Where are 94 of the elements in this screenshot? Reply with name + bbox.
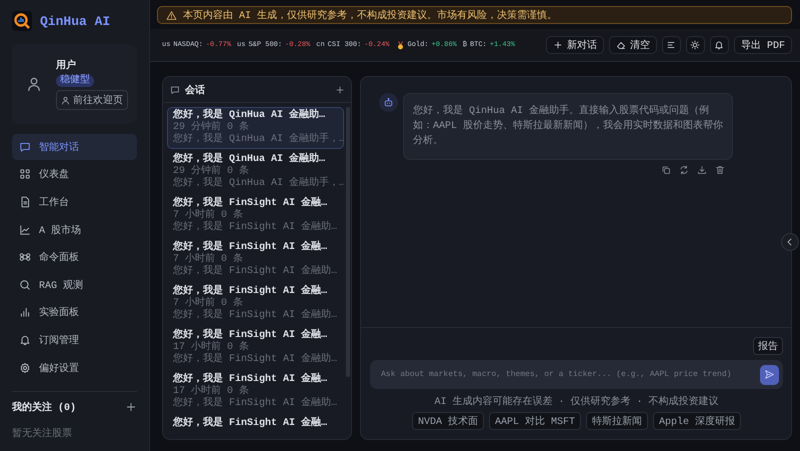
conversation-title: 您好，我是 FinSight AI 金融… <box>173 330 328 341</box>
add-button[interactable] <box>125 401 137 414</box>
welcome-button[interactable]: 前往欢迎页 <box>56 90 128 110</box>
conversation-title: 您好，我是 FinSight AI 金融… <box>173 374 328 385</box>
suggestion-chip[interactable]: NVDA 技术面 <box>412 412 484 430</box>
conversation-title: 您好，我是 QinHua AI 金融助… <box>173 154 326 165</box>
chat-icon <box>19 140 31 153</box>
nav-item[interactable]: A 股市场 <box>12 216 137 242</box>
menu-icon <box>666 40 676 50</box>
suggestion-chip[interactable]: AAPL 对比 MSFT <box>488 412 581 430</box>
chat-input[interactable]: Ask about markets, macro, themes, or a ticker... (e.g., AAPL price trend) <box>379 369 760 380</box>
bell-icon <box>19 334 31 346</box>
nav-item[interactable]: 智能对话 <box>12 134 137 160</box>
nav-item[interactable]: RAG 观测 <box>12 272 137 298</box>
person-icon <box>61 96 70 104</box>
grid-icon <box>19 168 31 180</box>
send-icon <box>764 369 775 380</box>
conversation-item[interactable]: 您好，我是 FinSight AI 金融… 17 小时前 0 条 您好，我是 FinSight AI 金融助… <box>167 371 344 413</box>
theme-button[interactable] <box>686 36 705 54</box>
plus-icon <box>552 40 563 50</box>
nav-item[interactable]: 仪表盘 <box>12 162 137 188</box>
conversation-preview: 您好，我是 FinSight AI 金融助… <box>173 222 338 234</box>
nav-item[interactable]: 偏好设置 <box>12 354 137 380</box>
conversation-meta: 29 分钟前 0 条 <box>173 166 250 177</box>
warning-text: 本页内容由 AI 生成，仅供研究参考，不构成投资建议。市场有风险，决策需谨慎。 <box>183 8 558 22</box>
chat-icon <box>170 84 180 94</box>
plus-icon <box>125 401 137 414</box>
line-chart-icon <box>19 224 31 236</box>
avatar-icon <box>26 76 42 92</box>
conversation-title: 您好，我是 QinHua AI 金融助… <box>173 110 326 121</box>
conversation-item[interactable]: 您好，我是 FinSight AI 金融… 17 小时前 0 条 您好，我是 FinSight AI 金融助… <box>167 327 344 369</box>
conversation-preview: 您好，我是 FinSight AI 金融助… <box>173 310 338 322</box>
risk-badge: 稳健型 <box>56 75 94 87</box>
nav-item[interactable]: 订阅管理 <box>12 327 137 353</box>
document-icon <box>19 196 31 208</box>
conversation-title: 您好，我是 FinSight AI 金融… <box>173 198 328 209</box>
conversation-item[interactable]: 您好，我是 FinSight AI 金融… 7 小时前 0 条 您好，我是 FinSight AI 金融助… <box>167 195 344 237</box>
export-pdf-button[interactable]: 导出 PDF <box>734 36 792 54</box>
new-chat-button[interactable]: 新对话 <box>546 36 604 54</box>
new-conversation-button[interactable] <box>335 84 345 94</box>
nav-item[interactable]: 实验面板 <box>12 300 137 326</box>
conversation-title: 您好，我是 FinSight AI 金融… <box>173 418 328 430</box>
collapse-button[interactable] <box>781 233 799 251</box>
conversation-preview: 您好，我是 FinSight AI 金融助… <box>173 398 338 410</box>
brand-name: QinHua AI <box>40 14 110 28</box>
conversation-meta: 29 分钟前 0 条 <box>173 122 250 133</box>
eraser-icon <box>616 40 626 50</box>
notification-button[interactable] <box>710 36 729 54</box>
empty-message: 暂无关注股票 <box>12 426 73 440</box>
conversation-meta: 7 小时前 0 条 <box>173 298 244 309</box>
report-button[interactable]: 报告 <box>753 337 783 355</box>
user-name: 用户 <box>56 58 76 72</box>
regenerate-button[interactable] <box>679 165 689 175</box>
send-button[interactable] <box>760 364 779 384</box>
conversation-title: 您好，我是 FinSight AI 金融… <box>173 242 328 253</box>
trash-icon <box>715 165 725 175</box>
conversation-meta: 7 小时前 0 条 <box>173 254 244 265</box>
refresh-icon <box>679 165 689 175</box>
conversation-meta: 17 小时前 0 条 <box>173 342 250 353</box>
copy-icon <box>661 165 671 175</box>
settings-icon <box>19 362 31 374</box>
plus-icon <box>335 84 345 94</box>
conversation-meta: 17 小时前 0 条 <box>173 386 250 397</box>
medal-icon <box>396 40 404 50</box>
command-icon <box>19 251 31 264</box>
download-button[interactable] <box>697 165 707 175</box>
sun-icon <box>690 40 700 50</box>
watchlist-title: 我的关注 (0) <box>12 400 76 414</box>
conversation-item[interactable]: 您好，我是 FinSight AI 金融… 7 小时前 0 条 您好，我是 FinSight AI 金融助… <box>167 283 344 325</box>
search-icon <box>19 278 31 291</box>
assistant-message: 您好，我是 QinHua AI 金融助手。直接输入股票代码或问题（例如：AAPL 股价走势、特斯拉最新新闻），我会用实时数据和图表帮你分析。 <box>403 93 733 160</box>
conversation-item[interactable]: 您好，我是 FinSight AI 金融… <box>167 415 344 433</box>
conversation-meta: 7 小时前 0 条 <box>173 210 244 221</box>
suggestion-chip[interactable]: Apple 深度研报 <box>653 412 742 430</box>
nav-item[interactable]: 命令面板 <box>12 244 137 270</box>
suggestion-chip[interactable]: 特斯拉新闻 <box>586 412 648 430</box>
disclaimer-text: AI 生成内容可能存在误差 · 仅供研究参考 · 不构成投资建议 <box>434 394 718 408</box>
bell-icon <box>714 40 724 50</box>
logo-icon <box>12 11 32 31</box>
nav-item[interactable]: 工作台 <box>12 189 137 215</box>
copy-button[interactable] <box>661 165 671 175</box>
conversation-item[interactable]: 您好，我是 FinSight AI 金融… 7 小时前 0 条 您好，我是 FinSight AI 金融助… <box>167 239 344 281</box>
chat-input-box[interactable]: Ask about markets, macro, themes, or a ticker... (e.g., AAPL price trend) <box>370 360 783 389</box>
panel-title: 会话 <box>185 84 206 96</box>
clear-button[interactable]: 清空 <box>608 36 657 54</box>
download-icon <box>697 165 707 175</box>
menu-button[interactable] <box>662 36 681 54</box>
conversation-preview: 您好，我是 FinSight AI 金融助… <box>173 354 338 366</box>
conversation-preview: 您好，我是 FinSight AI 金融助… <box>173 266 338 278</box>
conversation-title: 您好，我是 FinSight AI 金融… <box>173 286 328 297</box>
warning-icon <box>166 10 177 20</box>
robot-icon <box>383 97 394 108</box>
delete-button[interactable] <box>715 165 725 175</box>
bar-chart-icon <box>19 306 31 318</box>
